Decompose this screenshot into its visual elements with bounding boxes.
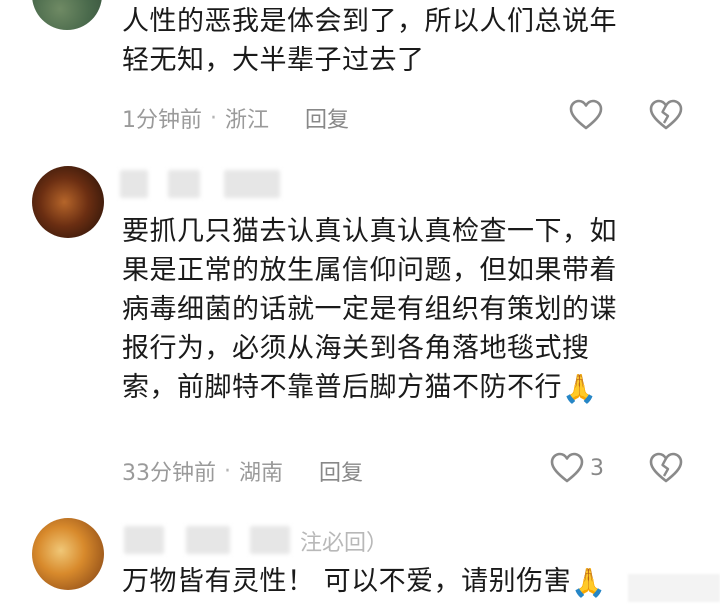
username-blurred[interactable] bbox=[168, 170, 200, 198]
username-blurred[interactable] bbox=[224, 170, 280, 198]
username-suffix: 注必回） bbox=[300, 531, 389, 556]
meta-separator: · bbox=[224, 458, 231, 484]
reply-button[interactable]: 回复 bbox=[305, 102, 349, 134]
comment-text: 万物皆有灵性！ 可以不爱，请别伤害 bbox=[122, 566, 572, 597]
pray-emoji: 🙏 bbox=[571, 566, 607, 599]
comment-body: 要抓几只猫去认真认真认真检查一下，如 果是正常的放生属信仰问题，但如果带着 病毒… bbox=[122, 212, 682, 408]
dislike-button[interactable] bbox=[649, 452, 683, 484]
pray-emoji: 🙏 bbox=[562, 372, 598, 405]
avatar[interactable] bbox=[32, 166, 104, 238]
username-blurred[interactable] bbox=[124, 526, 164, 554]
comment-body: 人性的恶我是体会到了，所以人们总说年 轻无知，大半辈子过去了 bbox=[122, 6, 617, 76]
like-count: 3 bbox=[590, 455, 604, 481]
comment-time: 33分钟前 bbox=[122, 461, 216, 486]
comment-location: 浙江 bbox=[225, 108, 270, 133]
dislike-button[interactable] bbox=[649, 99, 683, 131]
comment-feed: 人性的恶我是体会到了，所以人们总说年 轻无知，大半辈子过去了 1分钟前 · 浙江… bbox=[0, 0, 720, 614]
comment-meta: 1分钟前 · 浙江 回复 bbox=[122, 102, 349, 134]
broken-heart-icon bbox=[649, 99, 683, 130]
watermark-blur bbox=[628, 574, 720, 602]
meta-separator: · bbox=[210, 105, 217, 131]
comment-time: 1分钟前 bbox=[122, 108, 202, 133]
like-button[interactable]: 3 bbox=[550, 452, 604, 484]
heart-outline-icon bbox=[550, 452, 584, 483]
comment-meta: 33分钟前 · 湖南 回复 bbox=[122, 455, 363, 487]
avatar[interactable] bbox=[32, 518, 104, 590]
comment-body: 万物皆有灵性！ 可以不爱，请别伤害🙏 bbox=[122, 562, 682, 602]
comment-location: 湖南 bbox=[239, 461, 284, 486]
heart-outline-icon bbox=[569, 99, 603, 130]
username-blurred[interactable] bbox=[250, 526, 290, 554]
like-button[interactable] bbox=[569, 99, 603, 131]
username-blurred[interactable] bbox=[186, 526, 230, 554]
broken-heart-icon bbox=[649, 452, 683, 483]
comment-text: 要抓几只猫去认真认真认真检查一下，如 果是正常的放生属信仰问题，但如果带着 病毒… bbox=[122, 216, 617, 403]
avatar[interactable] bbox=[32, 0, 102, 30]
reply-button[interactable]: 回复 bbox=[319, 455, 363, 487]
username-blurred[interactable] bbox=[120, 170, 148, 198]
